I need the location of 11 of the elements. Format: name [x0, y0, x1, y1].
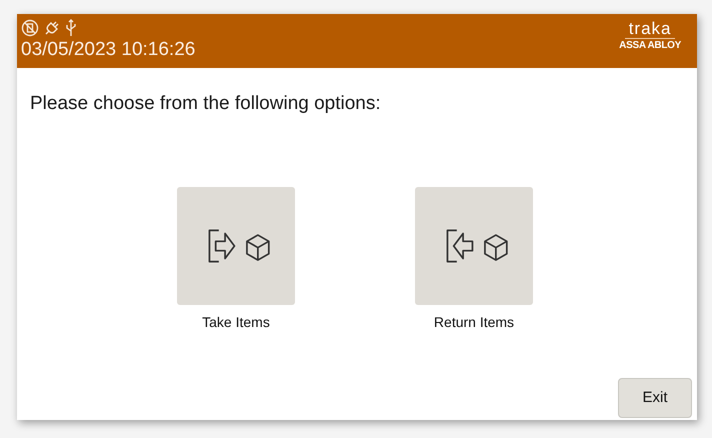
option-tile[interactable] — [415, 187, 533, 305]
logo: traka ASSA ABLOY — [619, 18, 682, 53]
no-battery-icon — [21, 19, 39, 37]
option-label: Take Items — [202, 313, 270, 331]
plug-icon — [43, 19, 61, 37]
usb-icon — [65, 19, 77, 37]
option-tile[interactable] — [177, 187, 295, 305]
option-label: Return Items — [434, 313, 514, 331]
date-time: 03/05/2023 10:16:26 — [21, 38, 196, 62]
exit-button[interactable]: Exit — [618, 378, 692, 418]
prompt-text: Please choose from the following options: — [30, 92, 382, 116]
